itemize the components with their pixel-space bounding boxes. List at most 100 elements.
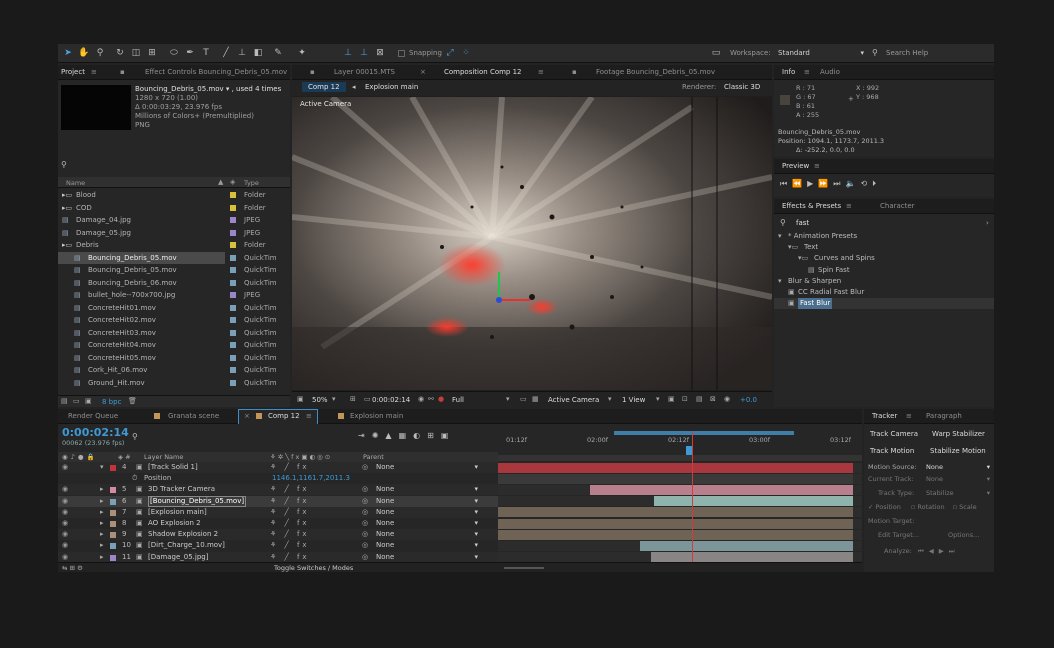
- always-preview-icon[interactable]: ▣: [297, 395, 304, 403]
- timeline-search-icon[interactable]: ⚲: [132, 432, 138, 441]
- tab-granata-scene[interactable]: Granata scene: [168, 412, 219, 420]
- project-item[interactable]: ▤ Bouncing_Debris_06.mov QuickTim: [58, 277, 290, 289]
- puppet-tool-icon[interactable]: ✦: [296, 47, 308, 59]
- layer-label-color[interactable]: [110, 465, 116, 471]
- motion-source-select[interactable]: None ▾: [926, 463, 990, 471]
- last-frame-icon[interactable]: ⏭: [833, 179, 845, 188]
- layer-label-color[interactable]: [110, 509, 116, 516]
- layer-label-color[interactable]: [110, 521, 116, 527]
- type-tool-icon[interactable]: T: [200, 47, 212, 59]
- visibility-eye-icon[interactable]: ◉: [62, 484, 68, 495]
- label-color[interactable]: [230, 279, 236, 286]
- parent-select[interactable]: None ▾: [376, 507, 478, 518]
- region-of-interest-icon[interactable]: ▭: [520, 395, 527, 403]
- parent-select[interactable]: None ▾: [376, 540, 478, 551]
- timeline-current-time[interactable]: 0:00:02:14: [62, 426, 129, 439]
- panel-menu-icon[interactable]: ≡: [91, 68, 97, 76]
- pen-tool-icon[interactable]: ✒: [184, 47, 196, 59]
- zoom-select[interactable]: 50%: [312, 396, 328, 404]
- layer-name[interactable]: Shadow Explosion 2: [148, 529, 218, 540]
- layer-duration-bar[interactable]: [498, 529, 853, 540]
- project-item[interactable]: ▤ Bouncing_Debris_05.mov QuickTim: [58, 264, 290, 276]
- graph-editor-icon[interactable]: ⊞: [427, 431, 441, 440]
- close-icon[interactable]: ×: [244, 412, 250, 420]
- draft-3d-icon[interactable]: ✺: [372, 431, 386, 440]
- layer-switches[interactable]: ⚘ ╱ fx: [270, 507, 310, 518]
- chevron-down-icon[interactable]: ▾: [608, 395, 612, 403]
- axis-local-icon[interactable]: ⊥: [342, 47, 354, 59]
- shape-tool-icon[interactable]: ⬭: [168, 47, 180, 59]
- timeline-icon[interactable]: ▤: [696, 395, 703, 403]
- column-name[interactable]: Name: [66, 179, 85, 187]
- label-color[interactable]: [230, 354, 236, 361]
- label-color[interactable]: [230, 242, 236, 248]
- new-comp-icon[interactable]: ▣: [85, 397, 92, 405]
- shy-icon[interactable]: ▲: [385, 431, 398, 440]
- search-help-input[interactable]: Search Help: [886, 49, 928, 57]
- project-item[interactable]: ▤ ConcreteHit02.mov QuickTim: [58, 314, 290, 326]
- visibility-eye-icon[interactable]: ◉: [62, 529, 68, 540]
- transparency-grid-icon[interactable]: ▦: [532, 395, 539, 403]
- label-color[interactable]: [230, 329, 236, 336]
- motion-blur-icon[interactable]: ◐: [413, 431, 427, 440]
- scale-checkbox[interactable]: ▫: [953, 503, 957, 511]
- warp-stabilizer-button[interactable]: Warp Stabilizer: [932, 430, 985, 438]
- parent-select[interactable]: None ▾: [376, 518, 478, 529]
- column-parent[interactable]: Parent: [363, 453, 384, 461]
- layer-duration-bar[interactable]: [640, 540, 853, 551]
- effects-item[interactable]: ▾▭ Curves and Spins: [774, 253, 994, 264]
- track-motion-button[interactable]: Track Motion: [870, 447, 914, 455]
- label-color[interactable]: [230, 254, 236, 261]
- work-area-bar[interactable]: [614, 431, 794, 435]
- ram-preview-icon[interactable]: ⏵: [872, 179, 881, 188]
- position-checkbox[interactable]: ✓: [868, 503, 873, 511]
- twirl-arrow-icon[interactable]: ▾: [100, 462, 104, 473]
- tab-footage[interactable]: Footage Bouncing_Debris_05.mov: [596, 68, 715, 76]
- layer-duration-bar[interactable]: [654, 496, 853, 507]
- layer-duration-bar[interactable]: [650, 552, 853, 563]
- analyze-buttons[interactable]: ⏮◀▶⏭: [918, 547, 960, 555]
- label-color[interactable]: [230, 342, 236, 348]
- layer-duration-bar[interactable]: [498, 462, 853, 473]
- visibility-eye-icon[interactable]: ◉: [62, 518, 68, 529]
- tab-tracker[interactable]: Tracker: [872, 412, 897, 420]
- close-icon[interactable]: ×: [420, 68, 426, 76]
- label-color[interactable]: [230, 204, 236, 211]
- chevron-down-icon[interactable]: ▾: [656, 395, 660, 403]
- tab-effects-presets[interactable]: Effects & Presets: [782, 202, 841, 210]
- project-item[interactable]: ▤ ConcreteHit01.mov QuickTim: [58, 302, 290, 314]
- layer-row[interactable]: ◉ ▸ 7 ▣ [Explosion main] ⚘ ╱ fx ◎ None ▾: [58, 506, 498, 518]
- interpret-footage-icon[interactable]: ▤: [61, 397, 68, 405]
- twirl-arrow-icon[interactable]: ▸: [100, 540, 104, 551]
- effects-search-input[interactable]: fast: [796, 219, 986, 227]
- pixel-aspect-icon[interactable]: ▣: [668, 395, 675, 403]
- pan-behind-tool-icon[interactable]: ⊞: [146, 47, 158, 59]
- twirl-arrow-icon[interactable]: ▸: [100, 496, 104, 507]
- layer-label-color[interactable]: [110, 532, 116, 539]
- exposure-value[interactable]: +0.0: [740, 396, 757, 404]
- panel-menu-icon[interactable]: ≡: [814, 162, 820, 170]
- zoom-tool-icon[interactable]: ⚲: [94, 47, 106, 59]
- layer-row[interactable]: ◉ ▸ 8 ▣ AO Explosion 2 ⚘ ╱ fx ◎ None ▾: [58, 518, 498, 529]
- tab-render-queue[interactable]: Render Queue: [68, 412, 118, 420]
- pickwhip-icon[interactable]: ◎: [362, 507, 368, 518]
- project-item[interactable]: ▸▭ Blood Folder: [58, 189, 290, 201]
- visibility-eye-icon[interactable]: ◉: [62, 507, 68, 518]
- layer-switches[interactable]: ⚘ ╱ fx: [270, 484, 310, 495]
- chevron-down-icon[interactable]: ▾: [332, 395, 336, 403]
- chevron-down-icon[interactable]: ▾: [506, 395, 510, 403]
- parent-select[interactable]: None ▾: [376, 552, 478, 563]
- tab-layer[interactable]: Layer 00015.MTS: [334, 68, 395, 76]
- stopwatch-icon[interactable]: ⏱: [132, 473, 137, 484]
- label-color[interactable]: [230, 267, 236, 273]
- layer-switches[interactable]: ⚘ ╱ fx: [270, 552, 310, 563]
- layer-duration-bar[interactable]: [590, 484, 853, 495]
- layer-row[interactable]: ◉ ▸ 9 ▣ Shadow Explosion 2 ⚘ ╱ fx ◎ None ▾: [58, 529, 498, 541]
- track-camera-button[interactable]: Track Camera: [870, 430, 918, 438]
- column-type[interactable]: Type: [244, 179, 259, 187]
- snap-edges-icon[interactable]: ⤢: [444, 47, 456, 59]
- effects-item[interactable]: ▾▭ Text: [774, 242, 994, 253]
- label-color[interactable]: [230, 192, 236, 198]
- hand-tool-icon[interactable]: ✋: [78, 47, 90, 59]
- pickwhip-icon[interactable]: ◎: [362, 552, 368, 563]
